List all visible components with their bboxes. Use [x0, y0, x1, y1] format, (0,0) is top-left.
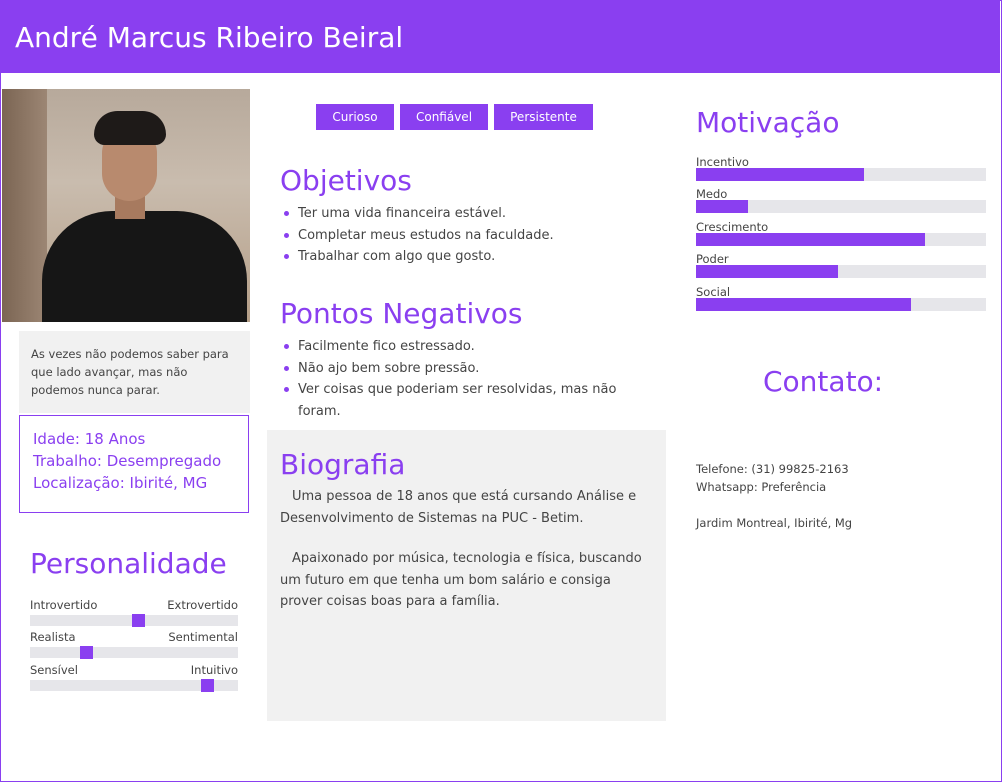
bio-box: Biografia Uma pessoa de 18 anos que está… — [267, 430, 666, 721]
personality-title: Personalidade — [30, 547, 227, 580]
scale-track — [30, 614, 238, 627]
bio-paragraph: Apaixonado por música, tecnologia e físi… — [280, 551, 642, 609]
motivation-bar: Incentivo — [696, 155, 986, 181]
persona-name: André Marcus Ribeiro Beiral — [15, 21, 404, 54]
motivation-bar: Social — [696, 285, 986, 311]
age-text: Idade: 18 Anos — [33, 430, 146, 448]
profile-photo — [2, 89, 250, 322]
motivation-track — [696, 168, 986, 181]
list-item: Facilmente fico estressado. — [280, 336, 640, 358]
photo-background — [2, 89, 47, 322]
list-item: Não ajo bem sobre pressão. — [280, 358, 640, 380]
scale-left-label: Realista — [30, 630, 76, 644]
motivation-track — [696, 265, 986, 278]
motivation-track — [696, 233, 986, 246]
personality-scale: Introvertido Extrovertido — [30, 598, 238, 627]
motivation-bar: Crescimento — [696, 220, 986, 246]
photo-hair — [94, 111, 166, 145]
trait-tags: Curioso Confiável Persistente — [316, 104, 599, 130]
photo-shirt — [42, 211, 247, 322]
list-item: Ter uma vida financeira estável. — [280, 203, 660, 225]
motivation-bar: Medo — [696, 187, 986, 213]
trait-tag: Curioso — [316, 104, 394, 130]
scale-knob — [132, 614, 145, 627]
goals-title: Objetivos — [280, 164, 412, 197]
scale-track — [30, 679, 238, 692]
motivation-track — [696, 200, 986, 213]
list-item: Ver coisas que poderiam ser resolvidas, … — [280, 379, 640, 422]
list-item: Trabalhar com algo que gosto. — [280, 246, 660, 268]
motivation-bar: Poder — [696, 252, 986, 278]
motivation-fill — [696, 168, 865, 181]
scale-track — [30, 646, 238, 659]
motivation-fill — [696, 265, 839, 278]
negatives-title: Pontos Negativos — [280, 297, 523, 330]
trait-tag: Persistente — [494, 104, 593, 130]
contact-phone: Telefone: (31) 99825-2163 — [696, 462, 849, 476]
bio-title: Biografia — [280, 448, 406, 481]
info-box: Idade: 18 Anos Trabalho: Desempregado Lo… — [19, 415, 249, 513]
motivation-fill — [696, 298, 911, 311]
motivation-fill — [696, 233, 926, 246]
scale-left-label: Sensível — [30, 663, 78, 677]
bio-paragraph: Uma pessoa de 18 anos que está cursando … — [280, 489, 637, 526]
scale-right-label: Sentimental — [168, 630, 238, 644]
trait-tag: Confiável — [400, 104, 488, 130]
scale-right-label: Intuitivo — [190, 663, 238, 677]
goals-list: Ter uma vida financeira estável. Complet… — [280, 203, 660, 268]
scale-knob — [201, 679, 214, 692]
motivation-label: Incentivo — [696, 155, 749, 169]
scale-right-label: Extrovertido — [167, 598, 238, 612]
negatives-list: Facilmente fico estressado. Não ajo bem … — [280, 336, 640, 422]
quote-box: As vezes não podemos saber para que lado… — [19, 331, 250, 413]
quote-text: As vezes não podemos saber para que lado… — [31, 347, 229, 397]
motivation-label: Social — [696, 285, 731, 299]
scale-knob — [80, 646, 93, 659]
contact-address: Jardim Montreal, Ibirité, Mg — [696, 516, 853, 530]
motivation-label: Medo — [696, 187, 728, 201]
list-item: Completar meus estudos na faculdade. — [280, 225, 660, 247]
scale-left-label: Introvertido — [30, 598, 98, 612]
job-text: Trabalho: Desempregado — [33, 452, 222, 470]
personality-scale: Sensível Intuitivo — [30, 663, 238, 692]
motivation-title: Motivação — [696, 106, 840, 139]
motivation-fill — [696, 200, 749, 213]
personality-scale: Realista Sentimental — [30, 630, 238, 659]
motivation-label: Crescimento — [696, 220, 769, 234]
motivation-track — [696, 298, 986, 311]
header-bar: André Marcus Ribeiro Beiral — [1, 1, 1000, 73]
location-text: Localização: Ibirité, MG — [33, 474, 208, 492]
contact-whatsapp: Whatsapp: Preferência — [696, 480, 827, 494]
contact-title: Contato: — [763, 365, 884, 398]
motivation-label: Poder — [696, 252, 729, 266]
